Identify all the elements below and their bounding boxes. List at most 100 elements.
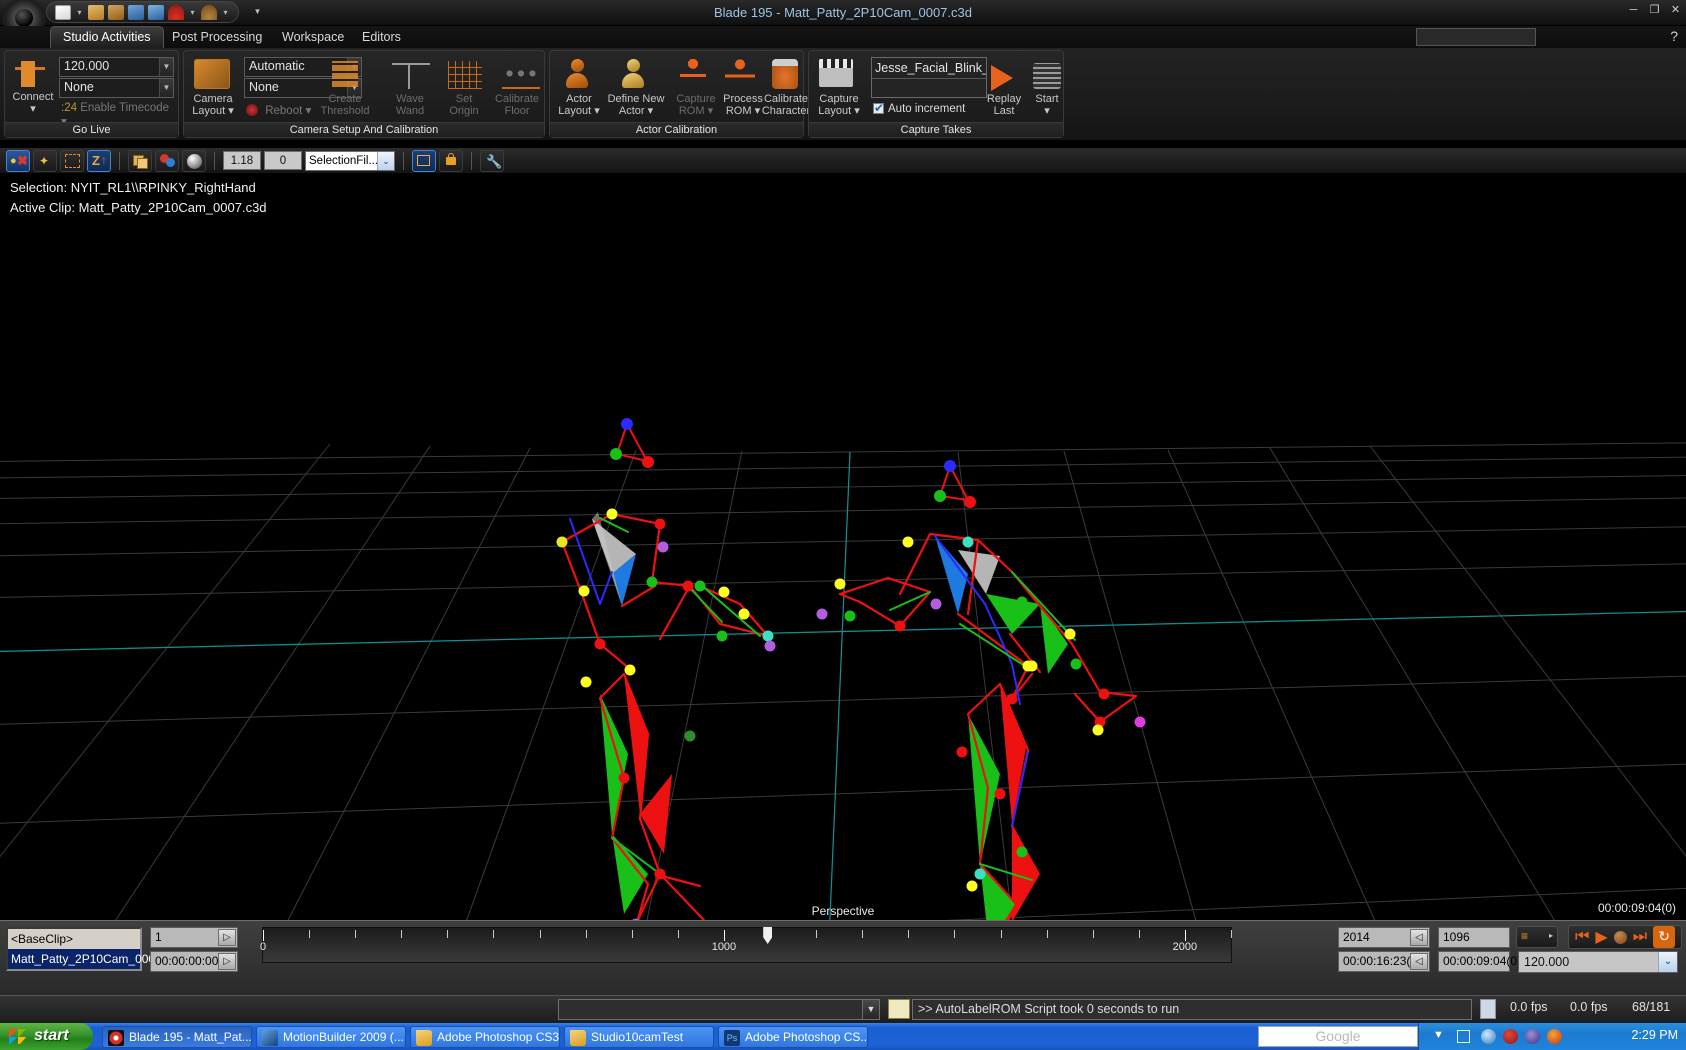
end-timecode-stepper[interactable]: ◁: [1410, 953, 1428, 970]
color-marker-icon[interactable]: [155, 149, 179, 172]
taskbar-item-photoshop-cs3[interactable]: Adobe Photoshop CS3: [410, 1026, 560, 1048]
delete-marker-icon[interactable]: ● ✖: [6, 149, 30, 172]
ruler-tick: [908, 930, 910, 938]
close-button[interactable]: ✕: [1669, 4, 1682, 17]
clip-list-item-active[interactable]: Matt_Patty_2P10Cam_0007: [8, 949, 162, 969]
crop-icon[interactable]: [412, 149, 436, 172]
viewport-3d[interactable]: Selection: NYIT_RL1\\RPINKY_RightHand Ac…: [0, 174, 1686, 920]
selection-filter-combo[interactable]: SelectionFil... ⌄: [305, 150, 395, 171]
mcafee-icon[interactable]: [1503, 1029, 1518, 1044]
add-marker-icon[interactable]: ✦: [33, 149, 57, 172]
tray-expand-caret[interactable]: ▼: [1433, 1029, 1444, 1041]
start-frame-stepper[interactable]: ▷: [218, 929, 236, 946]
frame-rate-caret[interactable]: ▼: [159, 58, 173, 76]
frame-rate-combo[interactable]: 120.000 ▼: [59, 57, 174, 77]
current-frame-field[interactable]: 1096: [1438, 927, 1510, 948]
duplicate-icon[interactable]: [128, 149, 152, 172]
capture-layout-icon: [819, 59, 853, 87]
take-name-box[interactable]: Jesse_Facial_Blink_002_: [871, 57, 987, 98]
loop-button[interactable]: ↻: [1653, 926, 1676, 948]
start-caret[interactable]: ▾: [1025, 105, 1069, 117]
tab-studio-activities[interactable]: Studio Activities: [50, 26, 164, 48]
record-icon[interactable]: [1613, 930, 1627, 944]
start-button[interactable]: start: [0, 1023, 93, 1050]
back-icon[interactable]: [1481, 1029, 1496, 1044]
log-note-icon[interactable]: [888, 999, 910, 1019]
select-region-icon[interactable]: [60, 149, 84, 172]
ground-grid: [0, 442, 1686, 920]
command-caret[interactable]: ▼: [862, 1000, 879, 1019]
connect-caret[interactable]: ▾: [7, 103, 59, 115]
maximize-button[interactable]: ❐: [1648, 4, 1661, 17]
take-name-input[interactable]: Jesse_Facial_Blink_002_: [872, 58, 986, 78]
minimize-button[interactable]: ─: [1627, 4, 1640, 17]
threshold-grid-icon: [332, 61, 358, 87]
actor-layout-button[interactable]: Actor Layout ▾: [552, 93, 606, 117]
end-timecode-field[interactable]: 00:00:16:23(2) ◁: [1338, 951, 1430, 972]
wrench-icon[interactable]: 🔧: [480, 149, 504, 172]
playback-rate-caret[interactable]: ⌄: [1658, 952, 1677, 972]
tray-monitor-icon[interactable]: [1457, 1030, 1470, 1043]
reboot-button[interactable]: Reboot ▾: [246, 103, 311, 117]
marker-offset-field[interactable]: 0: [264, 151, 302, 170]
lock-icon[interactable]: [439, 149, 463, 172]
timeline-ruler[interactable]: 0 1000 2000: [260, 927, 1232, 963]
start-capture-button[interactable]: Start ▾: [1025, 93, 1069, 117]
replay-last-button[interactable]: Replay Last: [979, 93, 1029, 117]
playback-rate-field[interactable]: 120.000 ⌄: [1518, 951, 1678, 973]
tab-editors[interactable]: Editors: [350, 26, 413, 48]
selection-filter-caret[interactable]: ⌄: [377, 151, 394, 170]
command-combo[interactable]: ▼: [558, 999, 880, 1020]
end-frame-field[interactable]: 2014 ◁: [1338, 927, 1430, 948]
page-icon[interactable]: [1480, 999, 1496, 1019]
calibrate-character-button[interactable]: Calibrate Character: [758, 93, 814, 117]
clock[interactable]: 2:29 PM: [1631, 1028, 1678, 1042]
camera-layout-caret: ▾: [228, 105, 234, 117]
ruler-tick: [539, 930, 541, 938]
motionbuilder-icon: [262, 1030, 278, 1046]
capture-rom-button[interactable]: Capture ROM ▾: [672, 93, 720, 117]
start-timecode-field[interactable]: 00:00:00:00(1) ▷: [150, 951, 238, 972]
auto-increment-checkmark-icon: [873, 101, 884, 115]
taskbar-item-blade[interactable]: Blade 195 - Matt_Pat...: [102, 1026, 252, 1048]
list-caret[interactable]: ▸: [1549, 931, 1553, 940]
start-frame-field[interactable]: 1 ▷: [150, 927, 238, 948]
take-list-button[interactable]: ≡ ▸: [1516, 926, 1558, 948]
calibrate-floor-button[interactable]: Calibrate Floor: [488, 93, 546, 117]
genlock-caret[interactable]: ▼: [159, 79, 173, 97]
camera-layout-button[interactable]: Camera Layout ▾: [184, 93, 242, 117]
start-timecode-stepper[interactable]: ▷: [218, 953, 236, 970]
clip-list-item-base[interactable]: <BaseClip>: [8, 929, 140, 949]
taskbar-item-photoshop-cs[interactable]: Ps Adobe Photoshop CS...: [718, 1026, 868, 1048]
tab-post-processing[interactable]: Post Processing: [160, 26, 274, 48]
end-frame-stepper[interactable]: ◁: [1410, 929, 1428, 946]
current-timecode-field[interactable]: 00:00:09:04(0): [1438, 951, 1521, 972]
clip-list[interactable]: <BaseClip> Matt_Patty_2P10Cam_0007: [6, 927, 162, 971]
take-name-second-row[interactable]: [872, 78, 986, 97]
sphere-icon[interactable]: [182, 149, 206, 172]
create-threshold-button[interactable]: Create Threshold: [310, 93, 380, 117]
help-button[interactable]: ?: [1670, 28, 1678, 44]
capture-layout-button[interactable]: Capture Layout ▾: [809, 93, 869, 117]
viewport-scene: [0, 418, 1686, 920]
group-title-go-live: Go Live: [5, 122, 178, 137]
z-up-icon[interactable]: Z ↑: [87, 149, 111, 172]
quicktime-icon[interactable]: [1525, 1029, 1540, 1044]
taskbar-item-motionbuilder[interactable]: MotionBuilder 2009 (...: [256, 1026, 406, 1048]
play-button[interactable]: ▶: [1595, 927, 1607, 947]
connect-button[interactable]: Connect ▾: [7, 91, 59, 115]
toolbar-separator-2: [214, 151, 215, 170]
set-origin-button[interactable]: Set Origin: [438, 93, 490, 117]
wave-wand-button[interactable]: Wave Wand: [380, 93, 440, 117]
tab-workspace[interactable]: Workspace: [270, 26, 356, 48]
ribbon-search-box[interactable]: [1416, 28, 1536, 46]
marker-size-field[interactable]: 1.18: [223, 151, 261, 170]
firefox-icon[interactable]: [1547, 1029, 1562, 1044]
google-search-box[interactable]: Google: [1258, 1026, 1418, 1047]
auto-increment-checkbox[interactable]: Auto increment: [873, 101, 965, 115]
last-frame-button[interactable]: ⏭: [1633, 928, 1647, 946]
taskbar-item-studio10camtest[interactable]: Studio10camTest: [564, 1026, 714, 1048]
first-frame-button[interactable]: ⏮: [1575, 928, 1589, 946]
define-new-actor-button[interactable]: Define New Actor ▾: [600, 93, 672, 117]
genlock-combo[interactable]: None ▼: [59, 78, 174, 98]
